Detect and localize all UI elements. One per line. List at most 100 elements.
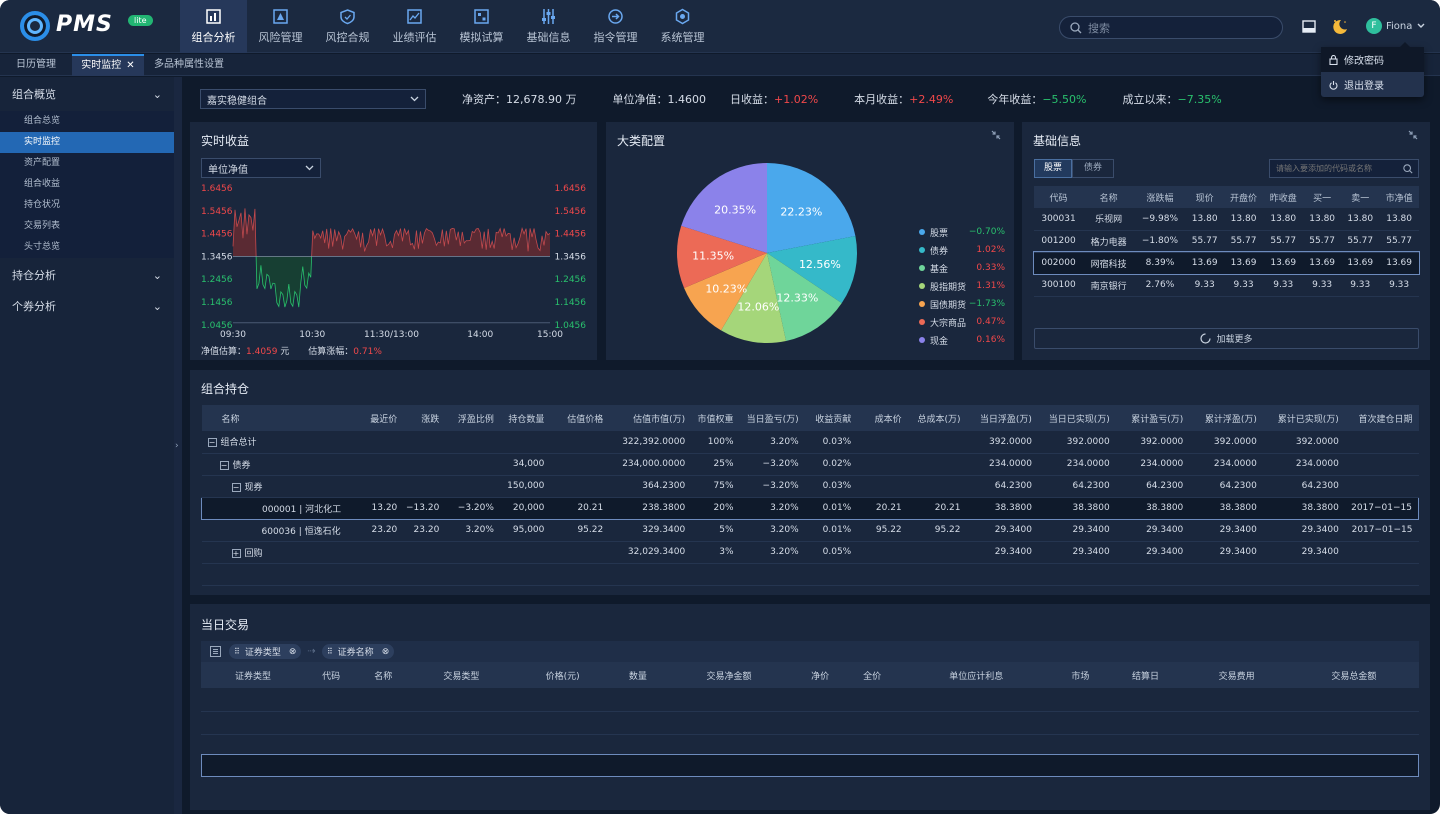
chip-security-type[interactable]: ⠿ 证券类型 ⊗ xyxy=(229,644,302,659)
column-header[interactable]: 累计已实现(万) xyxy=(1262,405,1345,431)
column-header[interactable]: 开盘价 xyxy=(1224,186,1264,208)
expand-icon[interactable]: + xyxy=(231,548,241,558)
metric-select[interactable]: 单位净值 xyxy=(201,158,321,178)
nav-item-0[interactable]: 组合分析 xyxy=(180,0,247,53)
legend-item[interactable]: 国债期货 −1.73% xyxy=(919,295,1005,313)
tab-multi-attr[interactable]: 多品种属性设置 xyxy=(144,54,234,76)
table-row[interactable]: 300100 南京银行 2.76% 9.33 9.33 9.33 9.33 9.33 9.33 xyxy=(1034,274,1419,297)
code-search-box[interactable] xyxy=(1269,159,1419,178)
column-header[interactable]: 涨跌 xyxy=(403,405,446,431)
table-row[interactable]: − 债券 34,000 234,000.0000 25% −3.20% 0.02% 234.0… xyxy=(201,453,1419,476)
column-header[interactable]: 持仓数量 xyxy=(499,405,551,431)
column-header[interactable]: 估值市值(万) xyxy=(609,405,692,431)
column-header[interactable]: 市场 xyxy=(1054,662,1107,688)
sidebar-group-overview[interactable]: 组合概览 ⌄ xyxy=(0,77,174,111)
sidebar-item-1[interactable]: 实时监控 xyxy=(0,132,174,153)
column-header[interactable]: 收益贡献 xyxy=(804,405,858,431)
table-row[interactable]: 300031 乐视网 −9.98% 13.80 13.80 13.80 13.80 13.80… xyxy=(1034,208,1419,231)
sidebar-group-security[interactable]: 个券分析 ⌄ xyxy=(0,292,174,320)
tab-realtime-monitor[interactable]: 实时监控 ✕ xyxy=(72,54,144,76)
column-header[interactable]: 名称 xyxy=(201,405,358,431)
column-header[interactable]: 市值权重 xyxy=(691,405,740,431)
close-icon[interactable]: ⊗ xyxy=(382,647,390,657)
logout-item[interactable]: 退出登录 xyxy=(1321,72,1424,97)
search-box[interactable] xyxy=(1059,16,1283,39)
column-header[interactable]: 市净值 xyxy=(1379,186,1419,208)
column-header[interactable]: 交易费用 xyxy=(1184,662,1289,688)
column-header[interactable]: 买一 xyxy=(1303,186,1341,208)
sidebar-item-5[interactable]: 交易列表 xyxy=(0,216,174,237)
column-header[interactable]: 证券类型 xyxy=(201,662,306,688)
column-header[interactable]: 结算日 xyxy=(1106,662,1185,688)
column-header[interactable]: 卖一 xyxy=(1341,186,1379,208)
table-row[interactable]: − 现券 150,000 364.2300 75% −3.20% 0.03% 64.2300 6… xyxy=(201,475,1419,498)
column-header[interactable]: 估值价格 xyxy=(550,405,610,431)
table-row[interactable]: 000001 | 河北化工 13.20 −13.20 −3.20% 20,000 20.2… xyxy=(201,496,1419,520)
nav-item-4[interactable]: 模拟试算 xyxy=(448,0,515,53)
legend-item[interactable]: 债券 1.02% xyxy=(919,241,1005,259)
legend-item[interactable]: 股票 −0.70% xyxy=(919,223,1005,241)
column-header[interactable]: 全价 xyxy=(846,662,899,688)
legend-item[interactable]: 大宗商品 0.47% xyxy=(919,313,1005,331)
column-header[interactable]: 涨跌幅 xyxy=(1134,186,1185,208)
column-header[interactable]: 首次建仓日期 xyxy=(1344,405,1419,431)
column-header[interactable]: 现价 xyxy=(1186,186,1224,208)
logo[interactable]: PMS lite xyxy=(20,11,180,41)
column-header[interactable]: 累计盈亏(万) xyxy=(1115,405,1190,431)
table-row[interactable]: 600036 | 恒逸石化 23.20 23.20 3.20% 95,000 95.22 3… xyxy=(201,519,1419,542)
sidebar-item-4[interactable]: 持仓状况 xyxy=(0,195,174,216)
collapse-tree-icon[interactable]: − xyxy=(231,482,241,492)
search-icon[interactable] xyxy=(1403,164,1413,174)
column-header[interactable]: 交易总金额 xyxy=(1288,662,1419,688)
collapse-icon[interactable] xyxy=(1408,130,1418,140)
column-header[interactable]: 代码 xyxy=(1034,186,1083,208)
nav-item-2[interactable]: 风控合规 xyxy=(314,0,381,53)
nav-item-5[interactable]: 基础信息 xyxy=(515,0,582,53)
close-icon[interactable]: ⊗ xyxy=(289,647,297,657)
legend-item[interactable]: 现金 0.16% xyxy=(919,331,1005,349)
column-header[interactable]: 当日盈亏(万) xyxy=(739,405,805,431)
tab-bonds[interactable]: 债券 xyxy=(1072,159,1114,178)
legend-item[interactable]: 基金 0.33% xyxy=(919,259,1005,277)
table-row[interactable]: 002000 网宿科技 8.39% 13.69 13.69 13.69 13.69 13.69… xyxy=(1033,251,1420,275)
night-mode-icon[interactable] xyxy=(1331,18,1349,35)
tab-stocks[interactable]: 股票 xyxy=(1034,159,1072,178)
sidebar-group-holdings[interactable]: 持仓分析 ⌄ xyxy=(0,258,174,292)
column-header[interactable]: 名称 xyxy=(1083,186,1134,208)
column-header[interactable]: 价格(元) xyxy=(513,662,612,688)
column-header[interactable]: 交易净金额 xyxy=(663,662,795,688)
code-search-input[interactable] xyxy=(1276,162,1396,175)
column-header[interactable]: 成本价 xyxy=(857,405,908,431)
selected-row[interactable] xyxy=(201,754,1419,777)
column-header[interactable]: 数量 xyxy=(611,662,664,688)
tab-calendar[interactable]: 日历管理 xyxy=(0,54,72,76)
search-input[interactable] xyxy=(1088,20,1268,36)
table-row[interactable]: 001200 格力电器 −1.80% 55.77 55.77 55.77 55.77 55.7… xyxy=(1034,230,1419,253)
table-row[interactable]: − 组合总计 322,392.0000 100% 3.20% 0.03% 392.0000 3… xyxy=(201,431,1419,454)
list-icon[interactable] xyxy=(210,646,221,657)
book-icon[interactable] xyxy=(1302,20,1316,33)
column-header[interactable]: 累计浮盈(万) xyxy=(1189,405,1263,431)
column-header[interactable]: 浮盈比例 xyxy=(445,405,500,431)
column-header[interactable]: 总成本(万) xyxy=(907,405,967,431)
legend-item[interactable]: 股指期货 1.31% xyxy=(919,277,1005,295)
column-header[interactable]: 昨收盘 xyxy=(1263,186,1303,208)
chip-security-name[interactable]: ⠿ 证券名称 ⊗ xyxy=(321,644,395,659)
sidebar-resize-handle[interactable]: › xyxy=(174,77,182,814)
column-header[interactable]: 最近价 xyxy=(357,405,404,431)
column-header[interactable]: 代码 xyxy=(305,662,358,688)
column-header[interactable]: 当日已实现(万) xyxy=(1037,405,1116,431)
sidebar-item-2[interactable]: 资产配置 xyxy=(0,153,174,174)
portfolio-select[interactable]: 嘉实稳健组合 xyxy=(200,89,426,109)
nav-item-6[interactable]: 指令管理 xyxy=(582,0,649,53)
change-password-item[interactable]: 修改密码 xyxy=(1321,47,1424,72)
collapse-tree-icon[interactable]: − xyxy=(219,460,229,470)
column-header[interactable]: 名称 xyxy=(357,662,410,688)
nav-item-1[interactable]: 风险管理 xyxy=(247,0,314,53)
close-icon[interactable]: ✕ xyxy=(126,60,134,71)
nav-item-7[interactable]: 系统管理 xyxy=(649,0,716,53)
sidebar-item-0[interactable]: 组合总览 xyxy=(0,111,174,132)
collapse-tree-icon[interactable]: − xyxy=(207,438,217,448)
nav-item-3[interactable]: 业绩评估 xyxy=(381,0,448,53)
table-row[interactable]: + 回购 32,029.3400 3% 3.20% 0.05% 29.3400 29.3400… xyxy=(201,541,1419,564)
